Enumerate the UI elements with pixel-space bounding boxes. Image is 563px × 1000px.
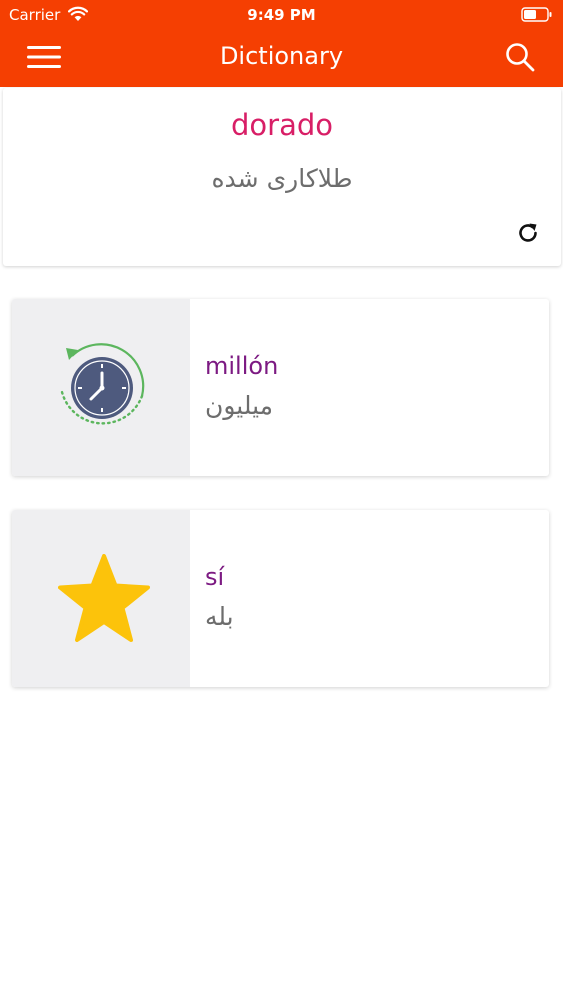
favorites-meaning: بله <box>205 602 234 631</box>
refresh-icon[interactable] <box>515 220 541 246</box>
page-title: Dictionary <box>219 42 344 70</box>
battery-icon <box>521 7 552 22</box>
history-clock-icon <box>60 343 145 425</box>
history-term: millón <box>205 352 279 380</box>
history-card[interactable]: millón میلیون <box>12 299 549 476</box>
history-meaning: میلیون <box>205 391 274 420</box>
search-icon[interactable] <box>505 42 535 72</box>
word-of-day-term: dorado <box>231 108 333 142</box>
status-time: 9:49 PM <box>247 6 316 24</box>
star-icon <box>58 554 150 642</box>
status-bar: Carrier 9:49 PM <box>0 0 563 30</box>
favorites-term: sí <box>205 563 225 591</box>
history-icon-panel <box>12 299 190 476</box>
app-header: Carrier 9:49 PM Dictionary <box>0 0 563 87</box>
favorites-icon-panel <box>12 510 190 687</box>
nav-bar: Dictionary <box>0 30 563 87</box>
favorites-card[interactable]: sí بله <box>12 510 549 687</box>
word-of-day-translation: طلاکاری شده <box>211 164 353 193</box>
word-of-day-card[interactable]: dorado طلاکاری شده <box>3 88 561 266</box>
